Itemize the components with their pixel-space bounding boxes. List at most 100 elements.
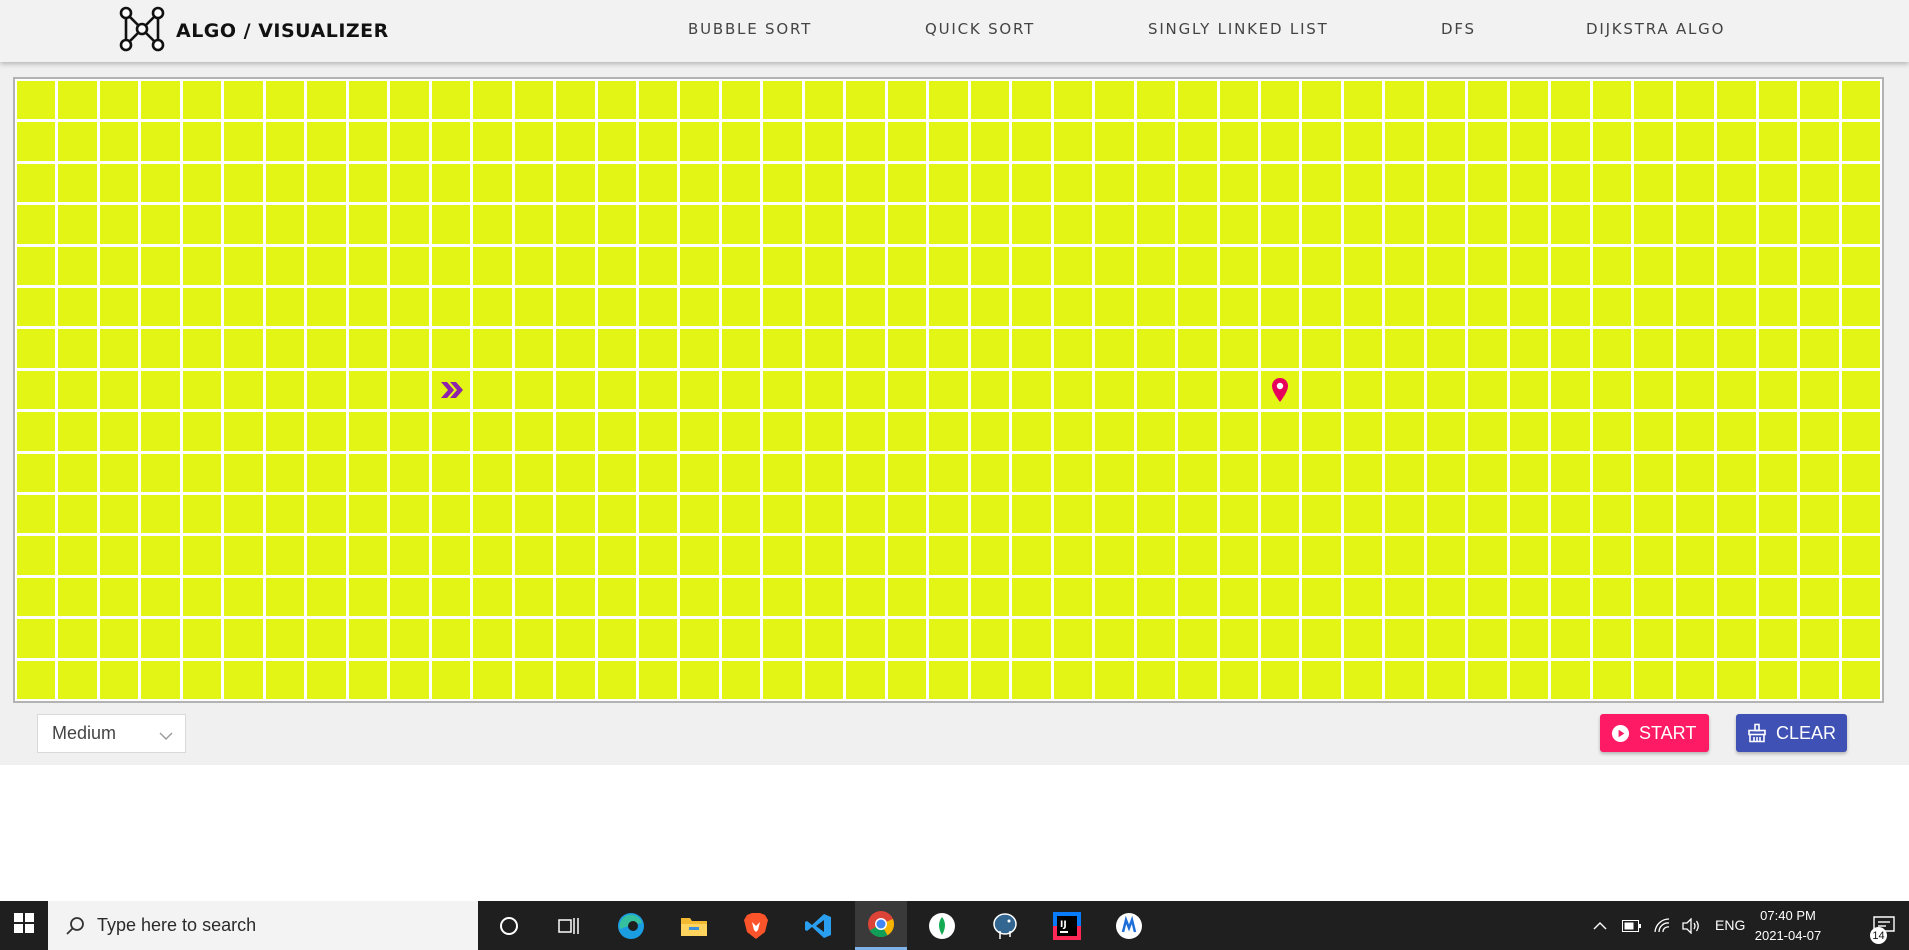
grid-cell[interactable] xyxy=(1178,246,1217,285)
grid-cell[interactable] xyxy=(1426,163,1466,203)
grid-cell[interactable] xyxy=(1468,412,1507,451)
grid-cell[interactable] xyxy=(1012,536,1051,575)
grid-cell[interactable] xyxy=(17,536,56,575)
grid-cell[interactable] xyxy=(1385,246,1424,285)
grid-cell[interactable] xyxy=(224,453,263,492)
grid-cell[interactable] xyxy=(1385,495,1424,534)
grid-cell[interactable] xyxy=(1800,412,1839,451)
grid-cell[interactable] xyxy=(1053,536,1093,575)
grid-cell[interactable] xyxy=(99,536,139,575)
grid-cell[interactable] xyxy=(1551,536,1590,575)
grid-cell[interactable] xyxy=(721,329,761,368)
grid-cell[interactable] xyxy=(1426,536,1466,575)
grid-cell[interactable] xyxy=(1219,495,1258,534)
grid-cell[interactable] xyxy=(1385,370,1424,410)
grid-cell[interactable] xyxy=(1302,453,1341,492)
grid-cell[interactable] xyxy=(1178,370,1217,410)
grid-cell[interactable] xyxy=(1468,163,1507,203)
grid-cell[interactable] xyxy=(1551,453,1590,492)
grid-cell[interactable] xyxy=(1509,288,1549,327)
grid-cell[interactable] xyxy=(929,453,968,492)
grid-cell[interactable] xyxy=(1095,536,1134,575)
grid-cell[interactable] xyxy=(1800,619,1839,658)
grid-cell[interactable] xyxy=(1053,619,1093,658)
grid-cell[interactable] xyxy=(1343,288,1383,327)
grid-cell[interactable] xyxy=(58,205,97,244)
grid-cell[interactable] xyxy=(1509,660,1549,699)
grid-cell[interactable] xyxy=(1136,660,1176,699)
grid-cell[interactable] xyxy=(1136,329,1176,368)
grid-cell[interactable] xyxy=(514,122,554,161)
grid-cell[interactable] xyxy=(1385,81,1424,120)
grid-cell[interactable] xyxy=(1841,577,1880,617)
grid-cell[interactable] xyxy=(804,495,844,534)
grid-cell[interactable] xyxy=(1468,495,1507,534)
grid-cell[interactable] xyxy=(182,619,222,658)
vscode-icon[interactable] xyxy=(792,901,844,950)
grid-cell[interactable] xyxy=(1053,495,1093,534)
grid-cell[interactable] xyxy=(99,288,139,327)
grid-cell[interactable] xyxy=(1012,81,1051,120)
grid-cell[interactable] xyxy=(265,370,305,410)
grid-cell[interactable] xyxy=(1758,81,1798,120)
grid-cell[interactable] xyxy=(58,122,97,161)
grid-cell[interactable] xyxy=(1136,370,1176,410)
grid-cell[interactable] xyxy=(17,329,56,368)
grid-cell[interactable] xyxy=(887,81,927,120)
grid-cell[interactable] xyxy=(680,288,719,327)
grid-cell[interactable] xyxy=(224,205,263,244)
grid-cell[interactable] xyxy=(17,81,56,120)
grid-cell[interactable] xyxy=(1219,205,1258,244)
grid-cell[interactable] xyxy=(1012,288,1051,327)
grid-cell[interactable] xyxy=(514,81,554,120)
grid-cell[interactable] xyxy=(473,163,512,203)
grid-cell[interactable] xyxy=(1343,536,1383,575)
grid-cell[interactable] xyxy=(1302,660,1341,699)
grid-cell[interactable] xyxy=(265,329,305,368)
grid-cell[interactable] xyxy=(141,536,180,575)
grid-cell[interactable] xyxy=(929,288,968,327)
grid-cell[interactable] xyxy=(680,495,719,534)
grid-cell[interactable] xyxy=(1302,577,1341,617)
grid-cell[interactable] xyxy=(1592,453,1632,492)
grid-cell[interactable] xyxy=(1675,619,1715,658)
grid-cell[interactable] xyxy=(1717,329,1756,368)
grid-cell[interactable] xyxy=(556,495,595,534)
grid-cell[interactable] xyxy=(887,163,927,203)
grid-cell[interactable] xyxy=(680,577,719,617)
grid-cell[interactable] xyxy=(763,163,802,203)
grid-cell[interactable] xyxy=(1634,288,1673,327)
grid-cell[interactable] xyxy=(1800,163,1839,203)
grid-cell[interactable] xyxy=(99,619,139,658)
grid-cell[interactable] xyxy=(17,122,56,161)
grid-cell[interactable] xyxy=(1219,370,1258,410)
grid-cell[interactable] xyxy=(1302,329,1341,368)
grid-cell[interactable] xyxy=(763,453,802,492)
grid-cell[interactable] xyxy=(307,81,346,120)
grid-cell[interactable] xyxy=(597,205,636,244)
grid-cell[interactable] xyxy=(99,577,139,617)
grid-cell[interactable] xyxy=(597,536,636,575)
grid-cell[interactable] xyxy=(141,288,180,327)
grid-cell[interactable] xyxy=(307,329,346,368)
grid-cell[interactable] xyxy=(58,288,97,327)
grid-cell[interactable] xyxy=(1841,246,1880,285)
grid-cell[interactable] xyxy=(887,453,927,492)
grid-cell[interactable] xyxy=(348,163,388,203)
grid-cell[interactable] xyxy=(1343,412,1383,451)
grid-cell[interactable] xyxy=(1219,81,1258,120)
grid-cell[interactable] xyxy=(431,288,471,327)
grid-cell[interactable] xyxy=(1053,163,1093,203)
grid-cell[interactable] xyxy=(556,81,595,120)
grid-cell[interactable] xyxy=(680,660,719,699)
grid-cell[interactable] xyxy=(1343,370,1383,410)
grid-cell[interactable] xyxy=(1717,81,1756,120)
grid-cell[interactable] xyxy=(1385,412,1424,451)
brave-icon[interactable] xyxy=(730,901,782,950)
grid-cell[interactable] xyxy=(514,412,554,451)
grid-cell[interactable] xyxy=(1343,577,1383,617)
grid-cell[interactable] xyxy=(1468,288,1507,327)
grid-cell[interactable] xyxy=(1717,163,1756,203)
grid-cell[interactable] xyxy=(224,536,263,575)
grid-cell[interactable] xyxy=(58,536,97,575)
